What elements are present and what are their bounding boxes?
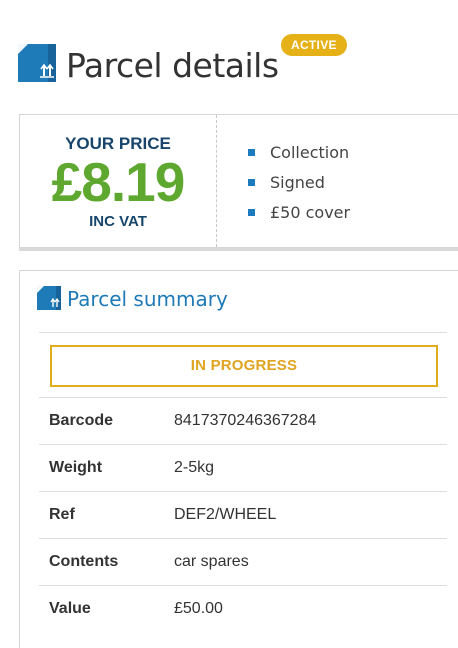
summary-title: Parcel summary [67,287,228,311]
row-label-ref: Ref [49,506,75,523]
feature-list: Collection Signed £50 cover [248,142,350,232]
price-amount: £8.19 [51,151,186,213]
table-row: Ref DEF2/WHEEL [39,491,447,538]
table-row: Weight 2-5kg [39,444,447,491]
table-row: Barcode 8417370246367284 [39,397,447,444]
feature-label: £50 cover [270,203,351,222]
feature-item-signed: Signed [248,172,350,202]
row-label-barcode: Barcode [49,412,114,429]
bullet-icon [248,149,255,156]
price-card: YOUR PRICE £8.19 INC VAT Collection Sign… [19,114,458,248]
parcel-box-icon [18,44,56,82]
page-header: Parcel details ACTIVE [18,34,458,88]
row-label-contents: Contents [49,553,119,570]
row-label-weight: Weight [49,459,103,476]
page-title: Parcel details [66,46,279,85]
parcel-box-icon [37,286,61,310]
row-label-value: Value [49,600,91,617]
row-value-ref: DEF2/WHEEL [174,506,277,523]
divider [39,332,447,333]
parcel-summary-card: Parcel summary IN PROGRESS Barcode 84173… [19,270,458,648]
bullet-icon [248,179,255,186]
row-value-value: £50.00 [174,600,223,617]
row-value-contents: car spares [174,553,249,570]
feature-item-collection: Collection [248,142,350,172]
table-row: Contents car spares [39,538,447,585]
parcel-detail-table: Barcode 8417370246367284 Weight 2-5kg Re… [39,397,447,632]
price-block: YOUR PRICE £8.19 INC VAT [20,115,217,247]
feature-item-cover: £50 cover [248,202,350,232]
feature-label: Signed [270,173,325,192]
bullet-icon [248,209,255,216]
progress-status-box: IN PROGRESS [50,345,438,387]
table-row: Value £50.00 [39,585,447,632]
feature-label: Collection [270,143,350,162]
status-badge: ACTIVE [281,34,347,56]
inc-vat-label: INC VAT [89,213,147,230]
row-value-barcode: 8417370246367284 [174,412,317,429]
row-value-weight: 2-5kg [174,459,215,476]
